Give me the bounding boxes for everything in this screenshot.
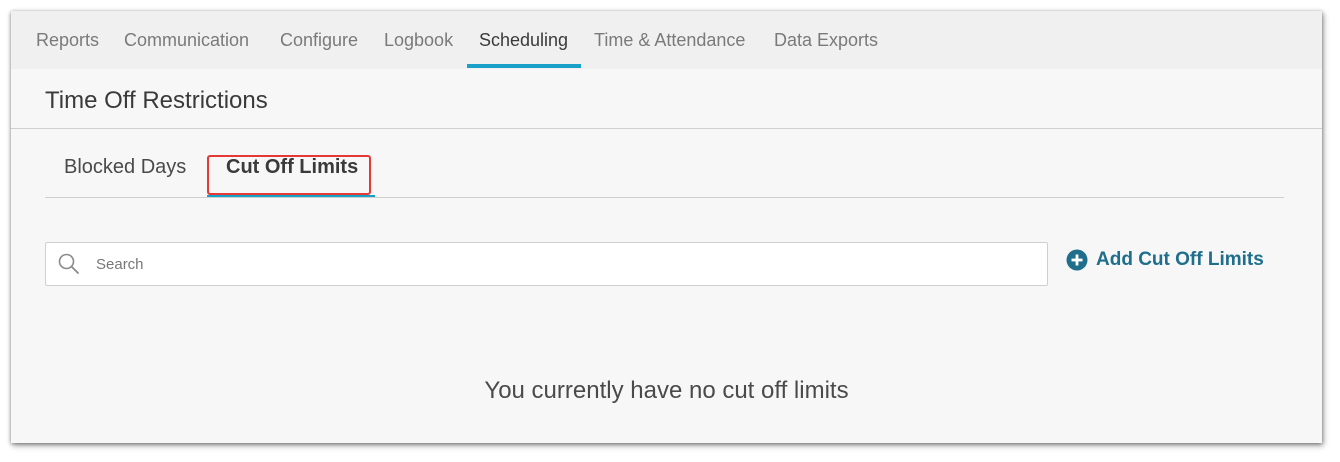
add-cut-off-limits-label: Add Cut Off Limits bbox=[1096, 249, 1264, 270]
nav-logbook[interactable]: Logbook bbox=[384, 11, 453, 69]
page-title: Time Off Restrictions bbox=[45, 87, 268, 114]
nav-scheduling[interactable]: Scheduling bbox=[479, 11, 568, 69]
tabs-divider bbox=[45, 197, 1284, 198]
nav-reports[interactable]: Reports bbox=[36, 11, 99, 69]
nav-configure[interactable]: Configure bbox=[280, 11, 358, 69]
top-navigation: Reports Communication Configure Logbook … bbox=[11, 11, 1322, 69]
nav-communication[interactable]: Communication bbox=[124, 11, 249, 69]
search-icon bbox=[58, 253, 79, 274]
nav-data-exports[interactable]: Data Exports bbox=[774, 11, 878, 69]
app-window: Reports Communication Configure Logbook … bbox=[11, 11, 1322, 443]
add-cut-off-limits-button[interactable]: Add Cut Off Limits bbox=[1066, 247, 1264, 273]
search-box bbox=[45, 242, 1048, 286]
highlight-annotation bbox=[207, 155, 371, 195]
empty-state-message: You currently have no cut off limits bbox=[484, 377, 849, 404]
title-divider bbox=[11, 128, 1322, 129]
plus-circle-icon bbox=[1066, 249, 1088, 271]
tab-blocked-days[interactable]: Blocked Days bbox=[64, 156, 186, 179]
nav-time-attendance[interactable]: Time & Attendance bbox=[594, 11, 745, 69]
active-nav-indicator bbox=[467, 64, 581, 68]
search-input[interactable] bbox=[94, 243, 1038, 285]
